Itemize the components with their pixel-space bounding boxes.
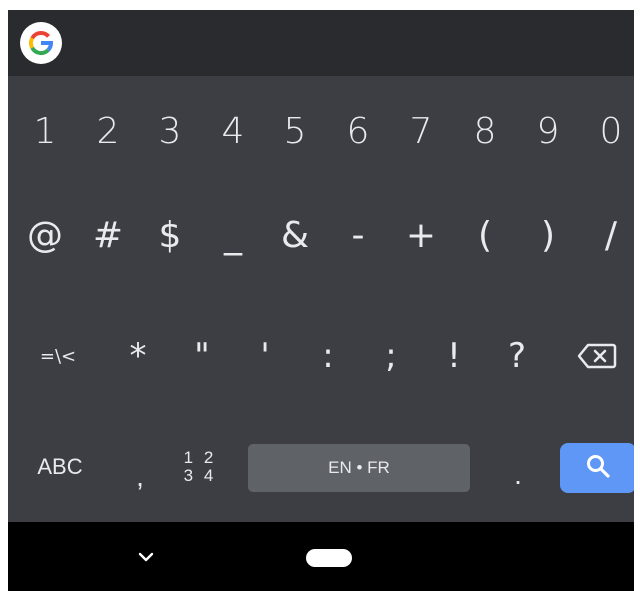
key-slash[interactable]: / [580,196,634,274]
navigation-bar [8,522,634,591]
key-8[interactable]: 8 [454,92,516,170]
home-pill-icon[interactable] [306,549,352,567]
key-0[interactable]: 0 [580,92,634,170]
google-logo-icon[interactable] [20,22,62,64]
period-key[interactable]: . [498,439,538,495]
search-key[interactable] [560,443,634,493]
numpad-label-bottom: 3 4 [183,466,217,485]
key-open-paren[interactable]: ( [454,196,516,274]
keyboard-screen: 1 2 3 4 5 6 7 8 9 0 @ # $ _ & - + ( ) / … [8,10,634,591]
key-4[interactable]: 4 [202,92,264,170]
key-dollar[interactable]: $ [139,196,201,274]
backspace-icon[interactable] [564,321,630,391]
key-close-paren[interactable]: ) [517,196,579,274]
key-9[interactable]: 9 [517,92,579,170]
key-ampersand[interactable]: & [264,196,326,274]
key-question[interactable]: ? [486,321,548,391]
key-5[interactable]: 5 [264,92,326,170]
space-bar[interactable]: EN • FR [248,444,470,492]
comma-label: , [136,461,144,492]
more-symbols-key[interactable]: =\< [28,321,88,391]
key-3[interactable]: 3 [139,92,201,170]
key-minus[interactable]: - [327,196,389,274]
numpad-label-top: 1 2 [183,448,217,467]
key-hash[interactable]: # [77,196,139,274]
symbol-keyboard: 1 2 3 4 5 6 7 8 9 0 @ # $ _ & - + ( ) / … [8,76,634,522]
key-2[interactable]: 2 [77,92,139,170]
key-double-quote[interactable]: " [171,321,233,391]
period-label: . [514,459,522,490]
key-7[interactable]: 7 [390,92,452,170]
key-plus[interactable]: + [390,196,452,274]
abc-key[interactable]: ABC [18,439,102,495]
chevron-down-icon[interactable] [126,544,166,570]
numpad-key[interactable]: 1 2 3 4 [174,439,226,495]
key-underscore[interactable]: _ [202,196,264,274]
search-icon [585,453,611,484]
key-colon[interactable]: : [297,321,359,391]
key-1[interactable]: 1 [14,92,76,170]
suggestion-strip [8,10,634,76]
key-asterisk[interactable]: * [107,321,169,391]
key-semicolon[interactable]: ; [360,321,422,391]
key-single-quote[interactable]: ' [234,321,296,391]
key-exclamation[interactable]: ! [423,321,485,391]
comma-key[interactable]: , [120,439,160,495]
key-at[interactable]: @ [14,196,76,274]
key-6[interactable]: 6 [327,92,389,170]
